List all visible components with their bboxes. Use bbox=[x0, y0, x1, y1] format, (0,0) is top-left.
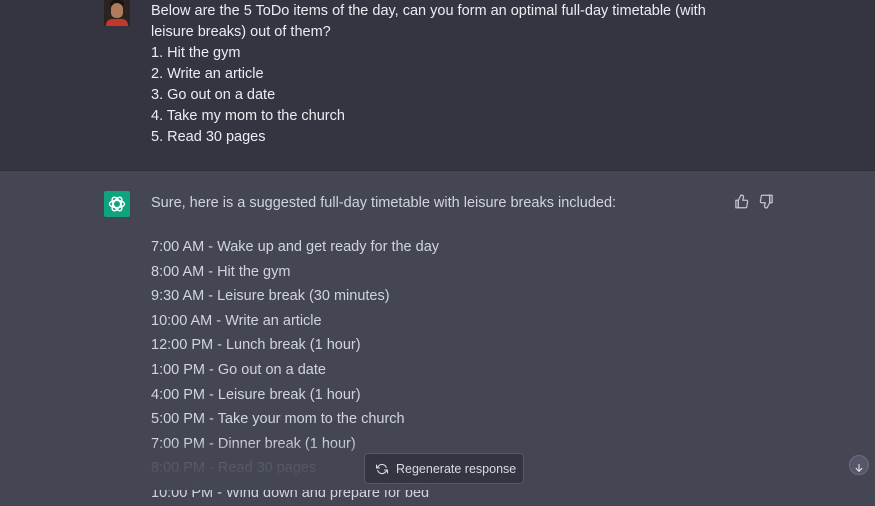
todo-item: 5. Read 30 pages bbox=[151, 129, 266, 145]
assistant-intro: Sure, here is a suggested full-day timet… bbox=[151, 195, 617, 211]
scroll-to-bottom-button[interactable] bbox=[849, 455, 869, 475]
timetable-entry: 10:00 AM - Write an article bbox=[151, 312, 322, 329]
regenerate-response-button[interactable]: Regenerate response bbox=[364, 453, 524, 484]
user-message-text: Below are the 5 ToDo items of the day, c… bbox=[151, 1, 731, 148]
todo-item: 3. Go out on a date bbox=[151, 87, 276, 103]
arrow-down-icon bbox=[854, 460, 864, 472]
timetable-entry: 7:00 AM - Wake up and get ready for the … bbox=[151, 239, 440, 255]
feedback-buttons bbox=[734, 194, 774, 209]
thumbs-down-icon[interactable] bbox=[759, 194, 774, 209]
thumbs-up-icon[interactable] bbox=[734, 194, 749, 209]
timetable-entry: 8:00 AM - Hit the gym bbox=[151, 263, 291, 280]
todo-item: 4. Take my mom to the church bbox=[151, 108, 345, 124]
timetable-entry: 9:30 AM - Leisure break (30 minutes) bbox=[151, 288, 390, 305]
timetable-entry: 5:00 PM - Take your mom to the church bbox=[151, 411, 405, 428]
user-message: Below are the 5 ToDo items of the day, c… bbox=[0, 0, 875, 171]
assistant-message: Sure, here is a suggested full-day timet… bbox=[0, 171, 875, 501]
regenerate-response-label: Regenerate response bbox=[396, 461, 517, 476]
refresh-icon bbox=[375, 463, 389, 475]
avatar-shirt bbox=[106, 19, 128, 26]
timetable-entry: 12:00 PM - Lunch break (1 hour) bbox=[151, 337, 361, 354]
user-avatar bbox=[104, 0, 130, 26]
todo-item: 1. Hit the gym bbox=[151, 45, 241, 61]
user-prompt: Below are the 5 ToDo items of the day, c… bbox=[151, 3, 706, 40]
timetable-entry: 10:00 PM - Wind down and prepare for bed bbox=[151, 484, 430, 501]
todo-item: 2. Write an article bbox=[151, 66, 264, 82]
openai-logo-icon bbox=[104, 191, 130, 217]
avatar-face bbox=[111, 3, 123, 18]
timetable-entry: 1:00 PM - Go out on a date bbox=[151, 361, 326, 378]
timetable-entry: 4:00 PM - Leisure break (1 hour) bbox=[151, 386, 361, 403]
